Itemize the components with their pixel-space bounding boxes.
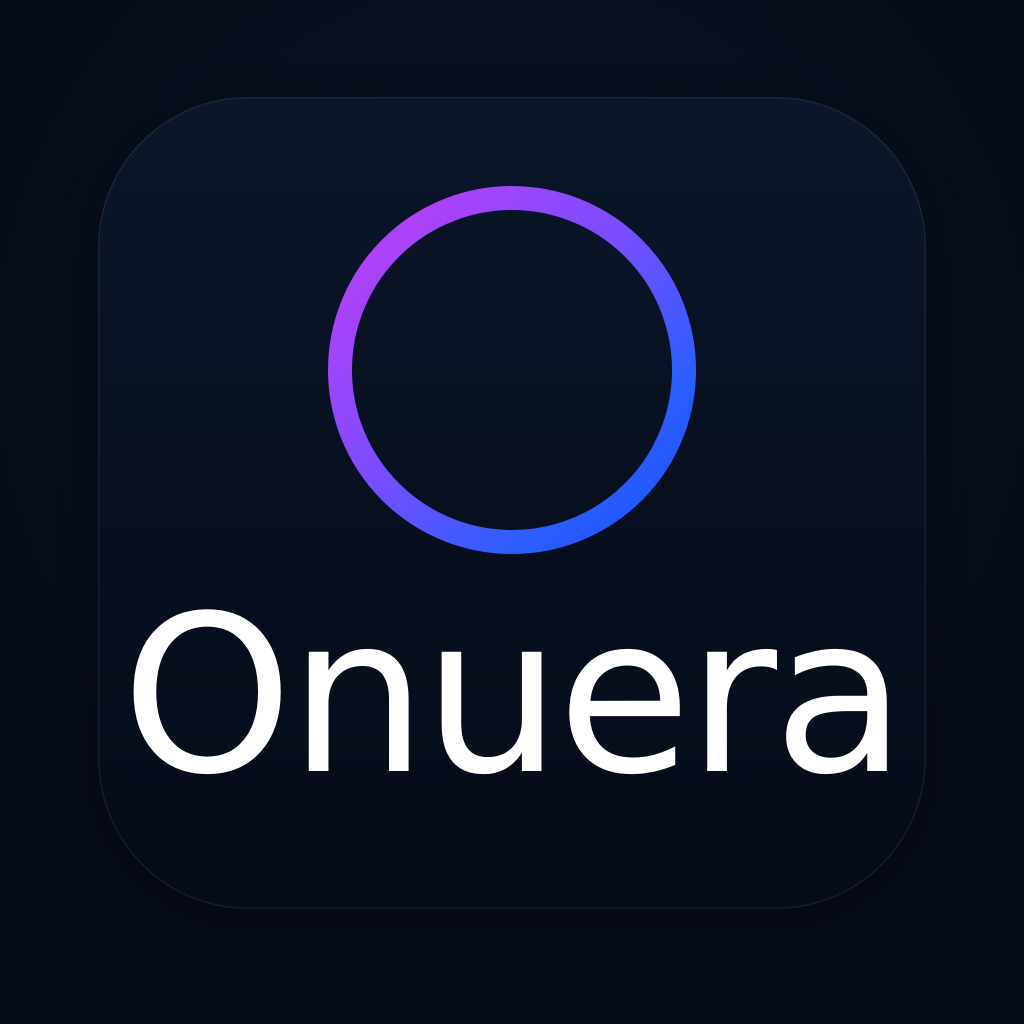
brand-wordmark: Onuera bbox=[121, 570, 906, 823]
app-icon-canvas: Onuera bbox=[0, 0, 1024, 1024]
ring-icon bbox=[328, 186, 696, 554]
